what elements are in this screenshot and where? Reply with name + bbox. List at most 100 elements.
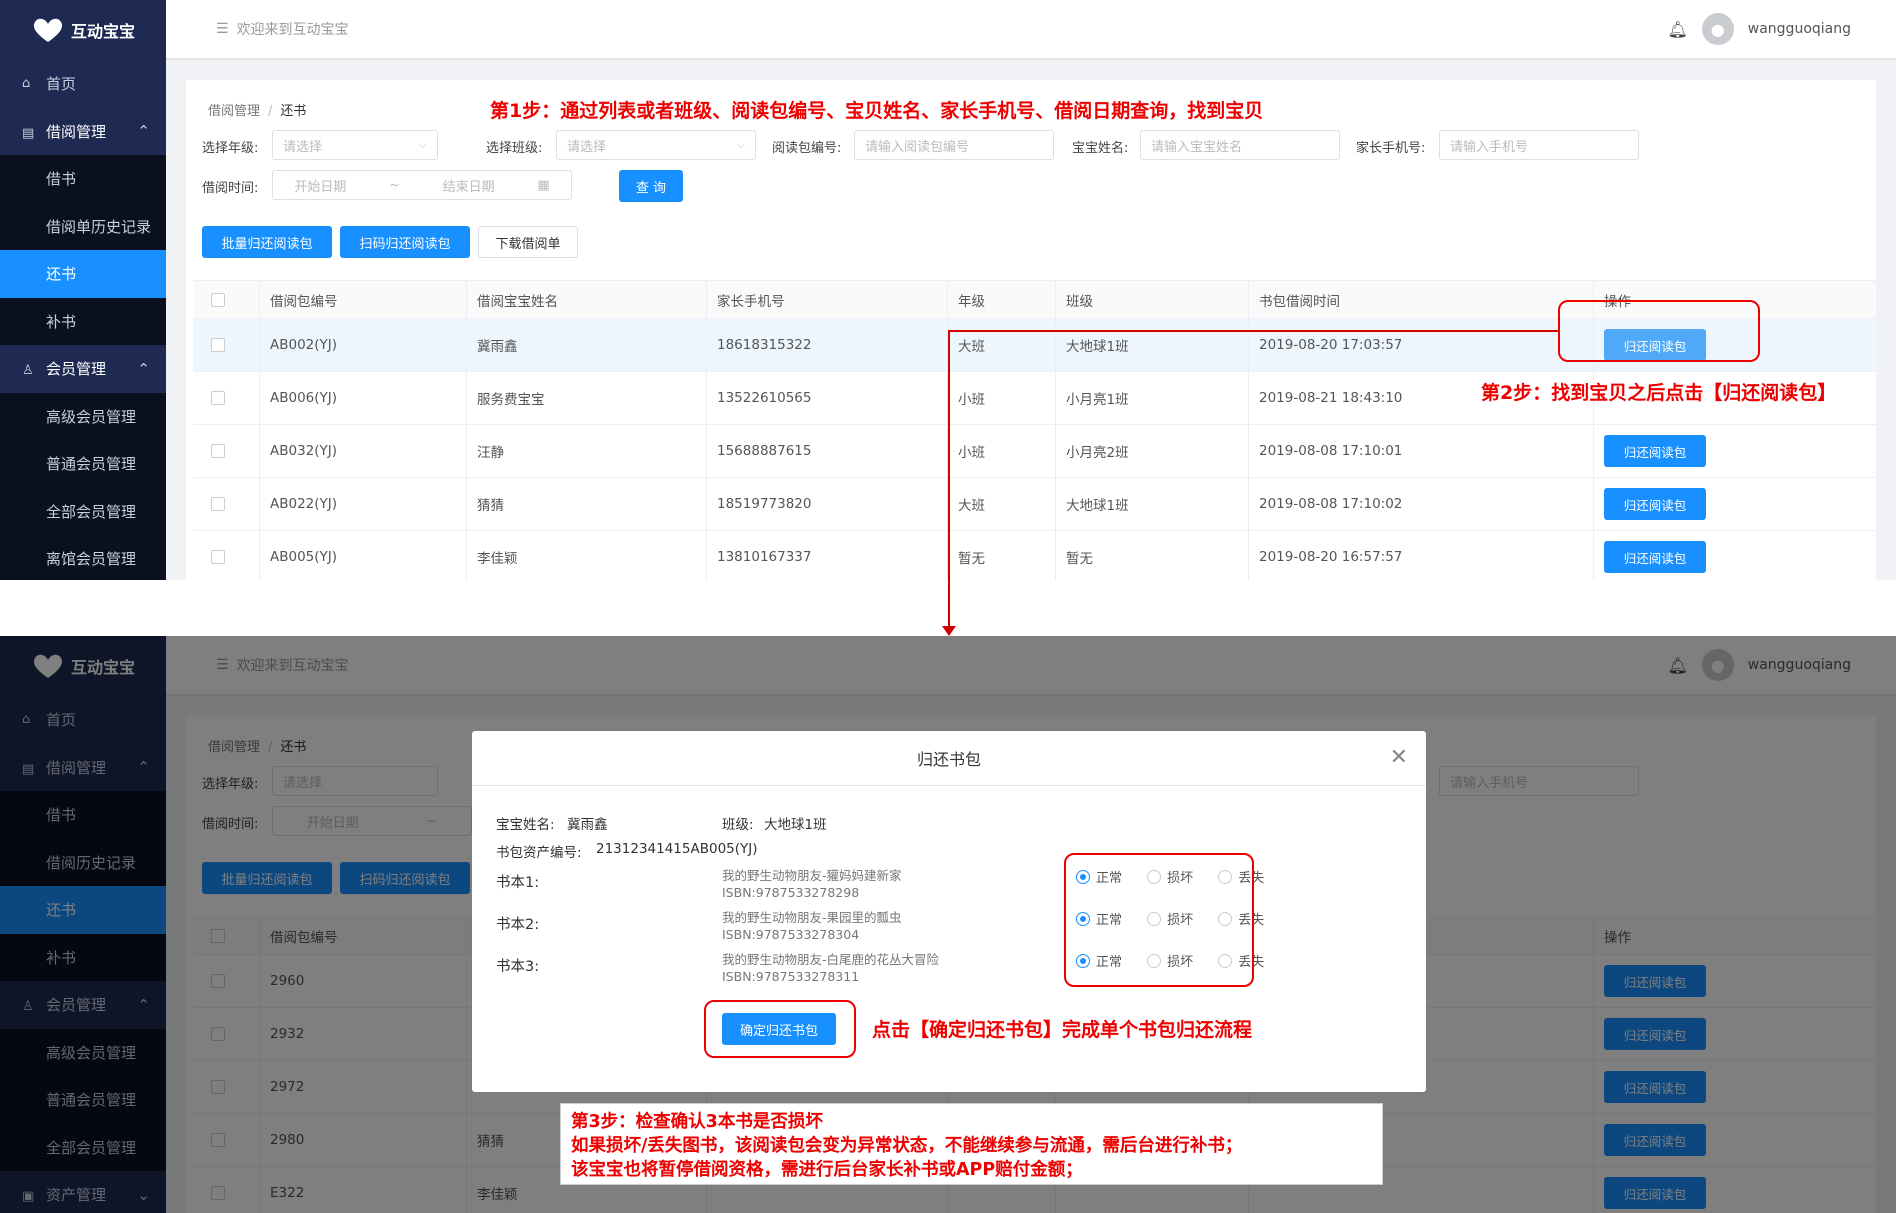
header-grade: 年级 [948, 281, 1056, 318]
cell-baby-name: 汪静 [467, 425, 707, 477]
baby-input[interactable]: 请输入宝宝姓名 [1140, 130, 1340, 160]
class-label: 班级: [722, 817, 754, 833]
breadcrumb-parent[interactable]: 借阅管理 [208, 104, 260, 119]
breadcrumb: 借阅管理 / 还书 [208, 100, 306, 119]
app-logo-text: 互动宝宝 [70, 22, 135, 41]
sidebar-item-home[interactable]: ⌂ 首页 [0, 60, 166, 108]
cell-grade: 暂无 [948, 531, 1056, 580]
book3-title: 我的野生动物朋友-白尾鹿的花丛大冒险 [722, 952, 940, 967]
breadcrumb-separator: / [268, 104, 273, 119]
sidebar-item-left-members[interactable]: 离馆会员管理 [0, 535, 166, 580]
date-label: 借阅时间: [202, 181, 259, 196]
cell-time: 2019-08-20 16:57:57 [1249, 531, 1594, 580]
chevron-down-icon: ⌵ [418, 138, 427, 151]
header-baby-name: 借阅宝宝姓名 [467, 281, 707, 318]
table-row[interactable]: AB022(YJ) 猜猜 18519773820 大班 大地球1班 2019-0… [193, 478, 1876, 531]
baby-name-label: 宝宝姓名: [496, 817, 555, 833]
highlight-return-button [1558, 300, 1760, 362]
cell-pack-code: AB006(YJ) [260, 372, 467, 424]
sidebar-item-label: 全部会员管理 [46, 502, 137, 521]
cell-pack-code: AB022(YJ) [260, 478, 467, 530]
user-icon: ● [1710, 19, 1725, 39]
screenshot-return-list: 互动宝宝 ⌂ 首页 ▤ 借阅管理 ⌃ 借书 借阅单历史记录 还书 补书 ♙ 会员管理 ⌃ … [0, 0, 1896, 580]
book1-title: 我的野生动物朋友-獾妈妈建新家 [722, 868, 902, 883]
sidebar-group-members[interactable]: ♙ 会员管理 ⌃ [0, 345, 166, 393]
row-checkbox[interactable] [211, 497, 225, 511]
menu-toggle[interactable]: ☰ 欢迎来到互动宝宝 [216, 19, 349, 39]
baby-name-value: 冀雨鑫 [567, 817, 608, 833]
cell-class: 小月亮2班 [1056, 425, 1249, 477]
sidebar-item-replenish[interactable]: 补书 [0, 297, 166, 345]
baby-placeholder: 请输入宝宝姓名 [1151, 139, 1243, 155]
download-button[interactable]: 下载借阅单 [478, 226, 578, 258]
phone-label: 家长手机号: [1356, 141, 1426, 156]
table-row[interactable]: AB005(YJ) 李佳颖 13810167337 暂无 暂无 2019-08-… [193, 531, 1876, 580]
sidebar-item-label: 借书 [46, 170, 77, 189]
asset-label: 书包资产编号: [496, 845, 582, 861]
annotation-step1: 第1步：通过列表或者班级、阅读包编号、宝贝姓名、家长手机号、借阅日期查询，找到宝… [490, 100, 1264, 122]
return-pack-button[interactable]: 归还阅读包 [1604, 488, 1706, 520]
grade-select[interactable]: 请选择 ⌵ [272, 130, 438, 160]
table-row[interactable]: AB032(YJ) 汪静 15688887615 小班 小月亮2班 2019-0… [193, 425, 1876, 478]
sidebar-item-borrow-history[interactable]: 借阅单历史记录 [0, 202, 166, 250]
sidebar-item-all-members[interactable]: 全部会员管理 [0, 487, 166, 535]
logo-heart-icon [33, 18, 63, 42]
book2-isbn: ISBN:9787533278304 [722, 927, 860, 942]
select-all-checkbox[interactable] [211, 292, 225, 307]
pack-input[interactable]: 请输入阅读包编号 [854, 130, 1054, 160]
batch-return-button[interactable]: 批量归还阅读包 [202, 226, 332, 258]
sidebar-item-label: 借阅单历史记录 [46, 217, 152, 236]
return-pack-button[interactable]: 归还阅读包 [1604, 435, 1706, 467]
sidebar-item-label: 补书 [46, 312, 77, 331]
sidebar-item-borrow[interactable]: 借书 [0, 155, 166, 203]
cell-class: 大地球1班 [1056, 478, 1249, 530]
sidebar-item-normal-members[interactable]: 普通会员管理 [0, 440, 166, 488]
top-bar: ☰ 欢迎来到互动宝宝 🔔︎ ● wangguoqiang [166, 0, 1896, 60]
scan-return-button[interactable]: 扫码归还阅读包 [340, 226, 470, 258]
cell-baby-name: 冀雨鑫 [467, 319, 707, 371]
class-value: 大地球1班 [764, 817, 827, 833]
header-class: 班级 [1056, 281, 1249, 318]
return-pack-button[interactable]: 归还阅读包 [1604, 541, 1706, 573]
row-checkbox[interactable] [211, 338, 225, 352]
sidebar-item-label: 会员管理 [46, 360, 107, 379]
chevron-up-icon: ⌃ [137, 122, 150, 141]
cell-class: 大地球1班 [1056, 319, 1249, 371]
step3-line1: 第3步：检查确认3本书是否损坏 [571, 1112, 823, 1132]
query-button[interactable]: 查 询 [619, 170, 683, 202]
cell-phone: 13522610565 [707, 372, 948, 424]
book1-label: 书本1: [496, 875, 540, 891]
close-icon[interactable]: ✕ [1390, 745, 1408, 770]
date-range-picker[interactable]: 开始日期 ~ 结束日期 ▦ [272, 170, 572, 200]
home-icon: ⌂ [22, 76, 31, 92]
pack-placeholder: 请输入阅读包编号 [865, 139, 970, 155]
step3-line2: 如果损坏/丢失图书，该阅读包会变为异常状态，不能继续参与流通，需后台进行补书； [571, 1136, 1243, 1156]
cell-pack-code: AB002(YJ) [260, 319, 467, 371]
sidebar-item-senior-members[interactable]: 高级会员管理 [0, 392, 166, 440]
breadcrumb-current: 还书 [280, 104, 307, 119]
avatar[interactable]: ● [1701, 13, 1734, 45]
row-checkbox[interactable] [211, 391, 225, 405]
book3-isbn: ISBN:9787533278311 [722, 969, 860, 984]
chevron-up-icon: ⌃ [137, 359, 150, 378]
calendar-icon: ▦ [537, 177, 550, 193]
class-select[interactable]: 请选择 ⌵ [556, 130, 756, 160]
book2-title: 我的野生动物朋友-果园里的瓢虫 [722, 910, 902, 925]
users-icon: ♙ [22, 363, 34, 379]
phone-input[interactable]: 请输入手机号 [1439, 130, 1639, 160]
row-checkbox[interactable] [211, 550, 225, 564]
highlight-confirm-button [704, 1000, 856, 1058]
grade-placeholder: 请选择 [283, 139, 323, 155]
cell-phone: 15688887615 [707, 425, 948, 477]
row-checkbox[interactable] [211, 444, 225, 458]
cell-time: 2019-08-08 17:10:01 [1249, 425, 1594, 477]
step3-line3: 该宝宝也将暂停借阅资格，需进行后台家长补书或APP赔付金额； [571, 1160, 1083, 1180]
cell-class: 暂无 [1056, 531, 1249, 580]
bell-icon[interactable]: 🔔︎ [1667, 20, 1687, 39]
class-label: 选择班级: [486, 141, 543, 156]
cell-pack-code: AB032(YJ) [260, 425, 467, 477]
username[interactable]: wangguoqiang [1748, 21, 1851, 37]
app-logo[interactable]: 互动宝宝 [0, 0, 166, 60]
sidebar-group-borrow[interactable]: ▤ 借阅管理 ⌃ [0, 107, 166, 155]
sidebar-item-return[interactable]: 还书 [0, 250, 166, 298]
